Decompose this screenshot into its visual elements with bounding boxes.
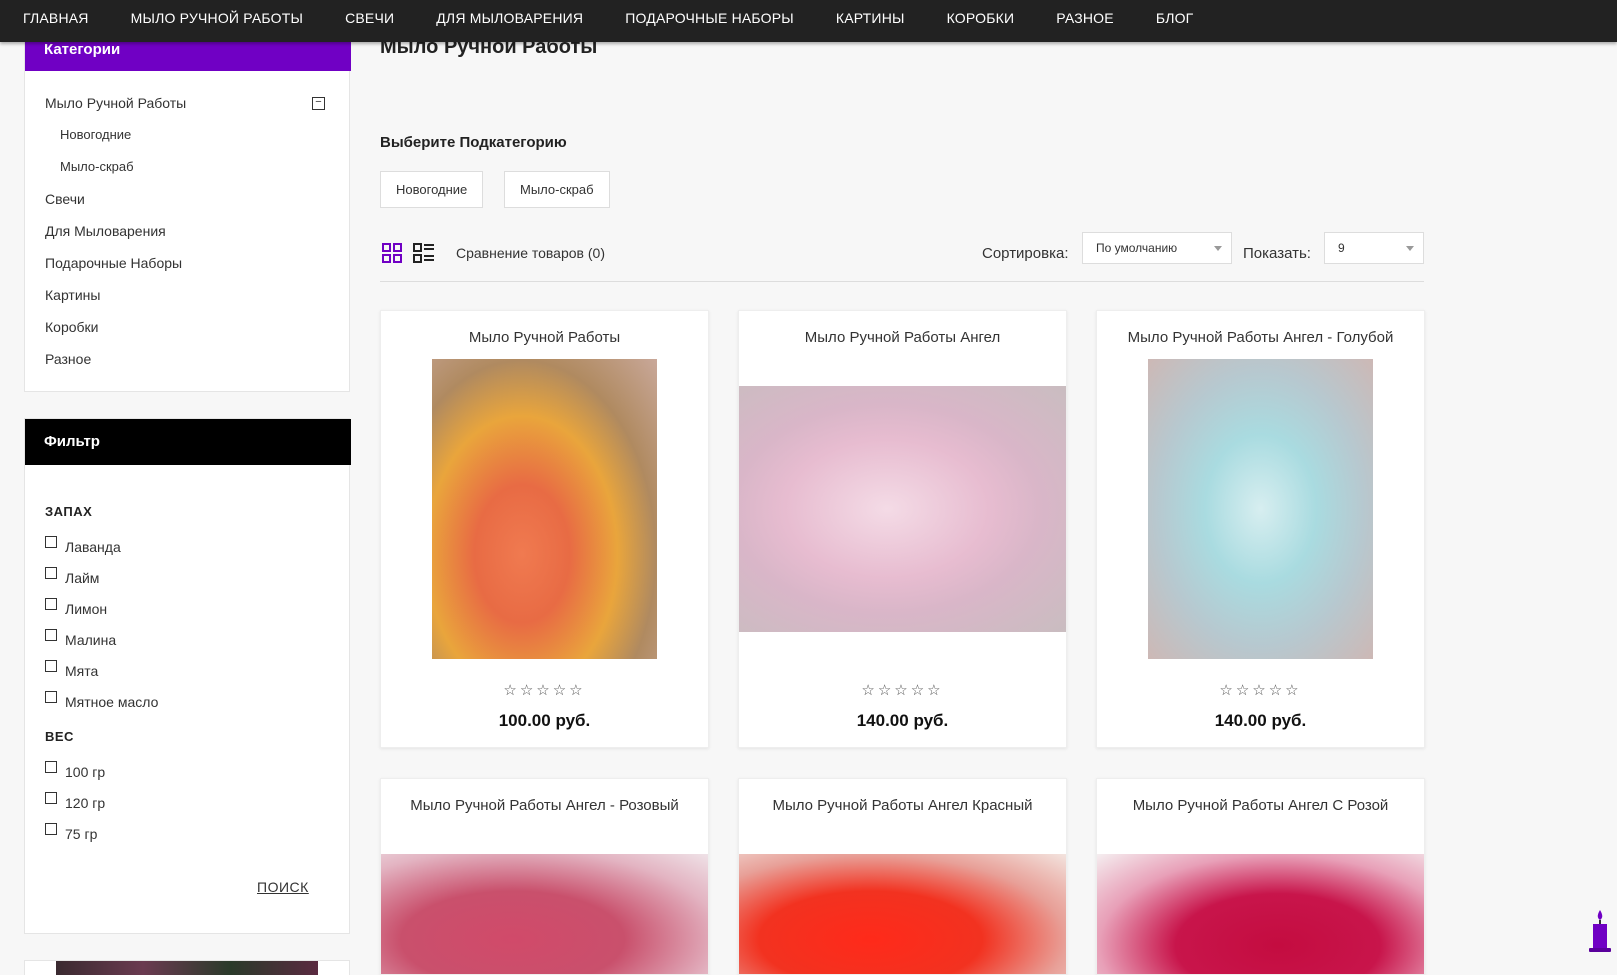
filter-option-mint[interactable]: Мята [45, 660, 99, 679]
filter-option-raspberry[interactable]: Малина [45, 629, 117, 648]
category-item-new-year[interactable]: Новогодние [45, 125, 325, 157]
show-value: 9 [1338, 241, 1345, 255]
option-label: Мята [65, 663, 99, 679]
checkbox[interactable] [45, 629, 57, 641]
product-card[interactable]: Мыло Ручной Работы Ангел - Голубой ☆☆☆☆☆… [1096, 310, 1425, 748]
checkbox[interactable] [45, 660, 57, 672]
nav-item-handmade-soap[interactable]: МЫЛО РУЧНОЙ РАБОТЫ [131, 10, 303, 26]
category-item-scrub[interactable]: Мыло-скраб [45, 157, 325, 189]
product-card[interactable]: Мыло Ручной Работы Ангел Красный [738, 778, 1067, 975]
product-name[interactable]: Мыло Ручной Работы Ангел С Розой [1097, 797, 1424, 814]
product-name[interactable]: Мыло Ручной Работы Ангел - Розовый [381, 797, 708, 814]
rating-stars-icon: ☆☆☆☆☆ [861, 682, 944, 699]
product-price: 140.00 руб. [856, 711, 949, 730]
candle-icon[interactable] [1587, 908, 1613, 954]
filter-group-scent: ЗАПАХ [45, 504, 93, 519]
option-label: Лайм [65, 570, 100, 586]
categories-list: Мыло Ручной Работы − Новогодние Мыло-скр… [45, 93, 325, 381]
filter-option-75g[interactable]: 75 гр [45, 823, 98, 842]
chevron-down-icon [1214, 246, 1222, 251]
compare-link[interactable]: Сравнение товаров (0) [456, 245, 605, 261]
option-label: 100 гр [65, 764, 106, 780]
top-navigation: ГЛАВНАЯ МЫЛО РУЧНОЙ РАБОТЫ СВЕЧИ ДЛЯ МЫЛ… [0, 0, 1617, 42]
nav-item-boxes[interactable]: КОРОБКИ [947, 10, 1015, 26]
category-item-soapmaking[interactable]: Для Мыловарения [45, 221, 325, 253]
rating-stars-icon: ☆☆☆☆☆ [1219, 682, 1302, 699]
product-price: 100.00 руб. [498, 711, 591, 730]
product-image[interactable] [1148, 359, 1373, 659]
filter-option-mint-oil[interactable]: Мятное масло [45, 691, 159, 710]
filter-panel: Фильтр ЗАПАХ Лаванда Лайм Лимон Малина М… [24, 418, 351, 934]
option-label: Мятное масло [65, 694, 159, 710]
option-label: Лимон [65, 601, 108, 617]
product-toolbar: Сравнение товаров (0) Сортировка: По умо… [380, 232, 1424, 282]
nav-item-gift-sets[interactable]: ПОДАРОЧНЫЕ НАБОРЫ [625, 10, 794, 26]
option-label: Лаванда [65, 539, 121, 555]
filter-option-lemon[interactable]: Лимон [45, 598, 108, 617]
category-label: Мыло Ручной Работы [45, 95, 187, 111]
category-item-handmade-soap[interactable]: Мыло Ручной Работы − [45, 93, 325, 125]
option-label: 120 гр [65, 795, 106, 811]
option-label: Малина [65, 632, 117, 648]
option-label: 75 гр [65, 826, 98, 842]
checkbox[interactable] [45, 823, 57, 835]
sort-select[interactable]: По умолчанию [1082, 232, 1232, 264]
product-card[interactable]: Мыло Ручной Работы Ангел ☆☆☆☆☆ 140.00 ру… [738, 310, 1067, 748]
category-item-boxes[interactable]: Коробки [45, 317, 325, 349]
nav-item-blog[interactable]: БЛОГ [1156, 10, 1194, 26]
sort-value: По умолчанию [1096, 241, 1178, 255]
nav-item-home[interactable]: ГЛАВНАЯ [23, 10, 89, 26]
nav-item-misc[interactable]: РАЗНОЕ [1056, 10, 1114, 26]
checkbox[interactable] [45, 691, 57, 703]
promo-banner [24, 960, 350, 975]
filter-option-100g[interactable]: 100 гр [45, 761, 106, 780]
show-count-select[interactable]: 9 [1324, 232, 1424, 264]
category-item-misc[interactable]: Разное [45, 349, 325, 381]
product-image[interactable] [381, 854, 708, 974]
product-card[interactable]: Мыло Ручной Работы Ангел С Розой [1096, 778, 1425, 975]
product-card[interactable]: Мыло Ручной Работы Ангел - Розовый [380, 778, 709, 975]
categories-panel: Категории Мыло Ручной Работы − Новогодни… [24, 0, 351, 392]
show-label: Показать: [1243, 245, 1311, 262]
subcategory-button-scrub[interactable]: Мыло-скраб [504, 171, 610, 208]
checkbox[interactable] [45, 792, 57, 804]
sort-label: Сортировка: [982, 245, 1069, 262]
subcategory-button-new-year[interactable]: Новогодние [380, 171, 484, 208]
product-price: 140.00 руб. [1214, 711, 1307, 730]
category-item-candles[interactable]: Свечи [45, 189, 325, 221]
category-item-pictures[interactable]: Картины [45, 285, 325, 317]
subcategory-heading: Выберите Подкатегорию [380, 134, 567, 151]
product-name[interactable]: Мыло Ручной Работы Ангел - Голубой [1097, 329, 1424, 346]
filter-option-lavender[interactable]: Лаванда [45, 536, 121, 555]
product-image[interactable] [432, 359, 657, 659]
checkbox[interactable] [45, 761, 57, 773]
categories-header: Категории [25, 39, 351, 71]
checkbox[interactable] [45, 598, 57, 610]
rating-stars-icon: ☆☆☆☆☆ [503, 682, 586, 699]
checkbox[interactable] [45, 536, 57, 548]
grid-view-icon[interactable] [382, 243, 402, 263]
promo-image[interactable] [56, 961, 318, 975]
nav-item-soapmaking[interactable]: ДЛЯ МЫЛОВАРЕНИЯ [436, 10, 583, 26]
product-image[interactable] [739, 854, 1066, 974]
filter-option-lime[interactable]: Лайм [45, 567, 100, 586]
nav-item-candles[interactable]: СВЕЧИ [345, 10, 394, 26]
filter-search-button[interactable]: ПОИСК [257, 879, 309, 895]
product-image[interactable] [739, 386, 1066, 632]
filter-header: Фильтр [25, 419, 351, 465]
list-view-icon[interactable] [413, 243, 435, 263]
filter-option-120g[interactable]: 120 гр [45, 792, 106, 811]
product-name[interactable]: Мыло Ручной Работы Ангел [739, 329, 1066, 346]
product-image[interactable] [1097, 854, 1424, 974]
category-item-gift-sets[interactable]: Подарочные Наборы [45, 253, 325, 285]
checkbox[interactable] [45, 567, 57, 579]
product-name[interactable]: Мыло Ручной Работы Ангел Красный [739, 797, 1066, 814]
nav-item-pictures[interactable]: КАРТИНЫ [836, 10, 905, 26]
product-name[interactable]: Мыло Ручной Работы [381, 329, 708, 346]
chevron-down-icon [1406, 246, 1414, 251]
collapse-icon[interactable]: − [312, 97, 325, 110]
filter-group-weight: ВЕС [45, 729, 74, 744]
product-card[interactable]: Мыло Ручной Работы ☆☆☆☆☆ 100.00 руб. [380, 310, 709, 748]
